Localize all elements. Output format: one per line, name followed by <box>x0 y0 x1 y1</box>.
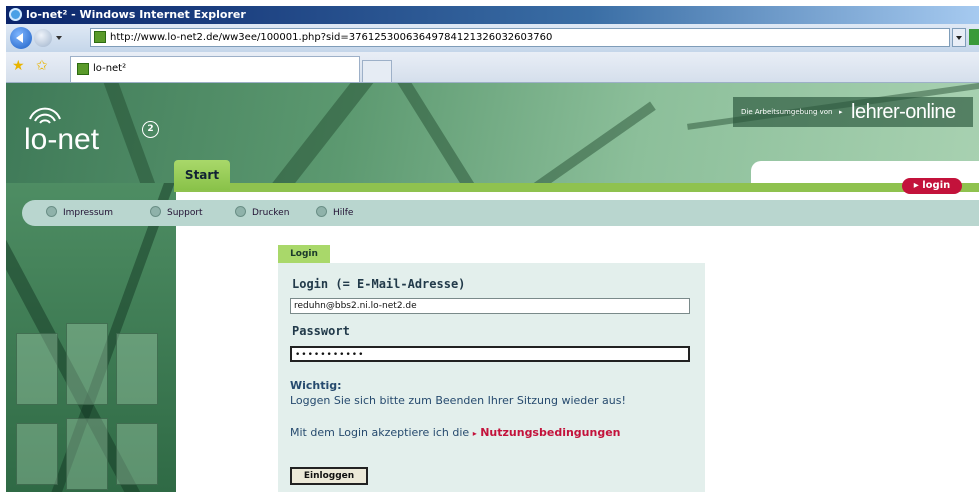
email-label: Login (= E-Mail-Adresse) <box>292 277 466 291</box>
terms-link[interactable]: Nutzungsbedingungen <box>480 426 620 439</box>
add-favorite-icon[interactable]: ✩ <box>36 59 48 73</box>
terms-text: Mit dem Login akzeptiere ich die <box>290 426 470 439</box>
left-decor-panel <box>6 183 176 492</box>
password-label: Passwort <box>292 324 350 338</box>
address-input[interactable]: http://www.lo-net2.de/ww3ee/100001.php?s… <box>90 28 950 47</box>
decorative-window <box>116 423 158 485</box>
menu-item-label: Support <box>167 208 203 218</box>
ie-icon <box>9 8 22 21</box>
login-form: Login (= E-Mail-Adresse) reduhn@bbs2.ni.… <box>278 263 705 492</box>
back-arrow-icon[interactable] <box>10 27 32 49</box>
page-icon <box>94 31 106 43</box>
page-viewport: lo-net 2 Die Arbeitsumgebung von ▸ lehre… <box>6 83 979 492</box>
menu-item-label: Impressum <box>63 208 114 218</box>
decorative-window <box>66 418 108 490</box>
menu-item-impressum[interactable]: Impressum <box>46 200 113 226</box>
menu-item-support[interactable]: Support <box>150 200 203 226</box>
url-text: http://www.lo-net2.de/ww3ee/100001.php?s… <box>110 32 553 43</box>
logo-text: lo-net <box>24 123 100 156</box>
refresh-icon[interactable] <box>969 29 979 45</box>
decorative-window <box>116 333 158 405</box>
lo-net-logo[interactable]: lo-net 2 <box>24 101 174 161</box>
window-title: lo-net² - Windows Internet Explorer <box>26 8 246 21</box>
menu-item-hilfe[interactable]: Hilfe <box>316 200 353 226</box>
history-dropdown-icon[interactable] <box>56 36 62 43</box>
partner-brand: lehrer-online <box>851 101 956 123</box>
decorative-window <box>16 333 58 405</box>
nav-accent-bar <box>174 183 979 192</box>
menu-item-drucken[interactable]: Drucken <box>235 200 289 226</box>
new-tab-button[interactable] <box>362 60 392 82</box>
page-icon <box>77 63 89 75</box>
browser-window: lo-net² - Windows Internet Explorer http… <box>6 6 979 492</box>
utility-menu: Impressum Support Drucken Hilfe <box>22 200 979 226</box>
help-icon <box>316 206 327 217</box>
tab-start[interactable]: Start <box>174 160 230 190</box>
password-field[interactable]: ••••••••••• <box>290 346 690 362</box>
terms-arrow-icon: ▸ <box>472 429 477 438</box>
decorative-beam <box>246 83 384 183</box>
support-icon <box>150 206 161 217</box>
decorative-beam <box>486 101 656 183</box>
title-bar: lo-net² - Windows Internet Explorer <box>6 6 979 24</box>
logo-superscript: 2 <box>142 121 159 138</box>
decorative-window <box>66 323 108 405</box>
address-dropdown-icon[interactable] <box>952 28 966 47</box>
important-heading: Wichtig: <box>290 379 342 392</box>
favorites-star-icon[interactable]: ★ <box>12 59 25 73</box>
logout-notice: Loggen Sie sich bitte zum Beenden Ihrer … <box>290 394 626 407</box>
partner-arrow-icon: ▸ <box>839 108 843 116</box>
address-bar-row: http://www.lo-net2.de/ww3ee/100001.php?s… <box>6 24 979 52</box>
terms-notice: Mit dem Login akzeptiere ich die ▸ Nutzu… <box>290 426 621 439</box>
browser-tab[interactable]: lo-net² <box>70 56 360 82</box>
partner-prefix: Die Arbeitsumgebung von <box>741 108 833 116</box>
login-button[interactable]: ▸ login <box>902 178 962 194</box>
menu-item-label: Drucken <box>252 208 290 218</box>
login-submit-button[interactable]: Einloggen <box>290 467 368 485</box>
decorative-beam <box>383 83 501 183</box>
menu-item-label: Hilfe <box>333 208 354 218</box>
forward-arrow-icon[interactable] <box>34 29 52 47</box>
decorative-window <box>16 423 58 485</box>
print-icon <box>235 206 246 217</box>
email-field[interactable]: reduhn@bbs2.ni.lo-net2.de <box>290 298 690 314</box>
tab-label: lo-net² <box>93 63 127 74</box>
login-form-tab: Login <box>278 245 330 263</box>
partner-banner[interactable]: Die Arbeitsumgebung von ▸ lehrer-online <box>733 97 973 127</box>
tab-bar: ★ ✩ lo-net² <box>6 52 979 83</box>
info-icon <box>46 206 57 217</box>
